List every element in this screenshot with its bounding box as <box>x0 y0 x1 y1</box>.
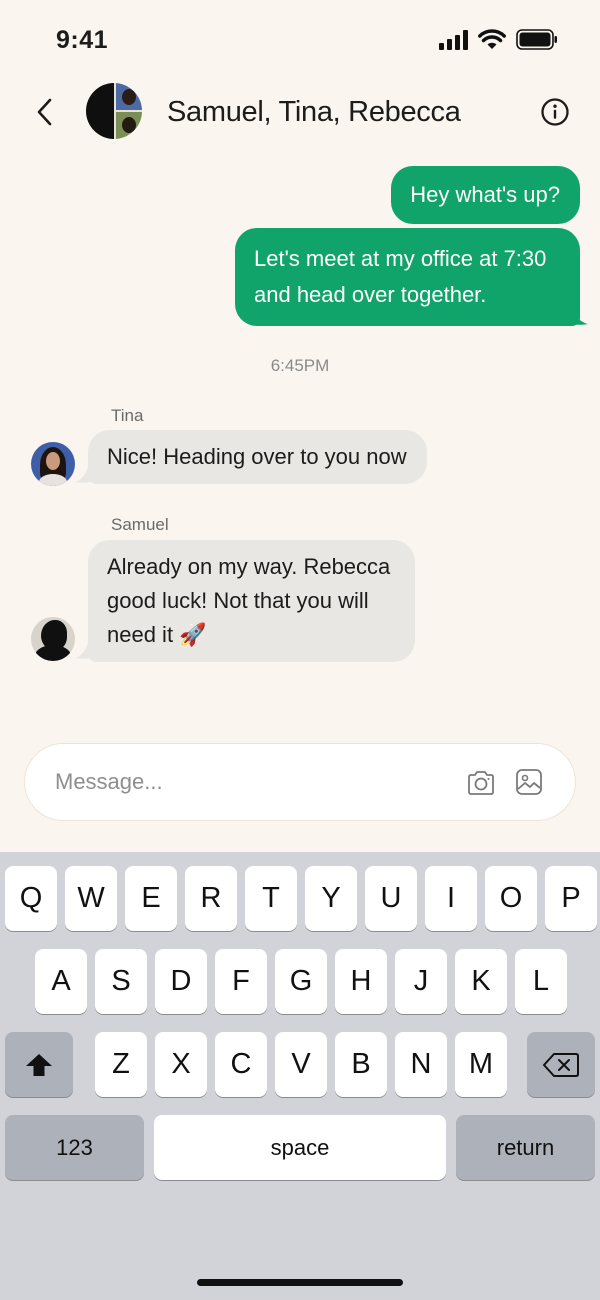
key-l[interactable]: L <box>515 949 567 1014</box>
key-q[interactable]: Q <box>5 866 57 931</box>
battery-icon <box>516 29 557 50</box>
key-e[interactable]: E <box>125 866 177 931</box>
keyboard: Q W E R T Y U I O P A S D F G H J K L Z … <box>0 852 600 1300</box>
key-j[interactable]: J <box>395 949 447 1014</box>
key-k[interactable]: K <box>455 949 507 1014</box>
chat-title[interactable]: Samuel, Tina, Rebecca <box>167 96 461 129</box>
info-icon[interactable] <box>540 97 570 127</box>
key-b[interactable]: B <box>335 1032 387 1097</box>
avatar-samuel[interactable] <box>31 617 75 661</box>
key-c[interactable]: C <box>215 1032 267 1097</box>
key-d[interactable]: D <box>155 949 207 1014</box>
return-key[interactable]: return <box>456 1115 595 1180</box>
key-s[interactable]: S <box>95 949 147 1014</box>
message-input[interactable] <box>55 744 455 820</box>
key-p[interactable]: P <box>545 866 597 931</box>
back-button[interactable] <box>28 94 60 130</box>
incoming-message[interactable]: Nice! Heading over to you now <box>88 430 427 484</box>
camera-icon[interactable] <box>466 769 496 797</box>
home-indicator[interactable] <box>197 1279 403 1286</box>
message-timestamp: 6:45PM <box>270 356 330 375</box>
space-key[interactable]: space <box>154 1115 446 1180</box>
key-y[interactable]: Y <box>305 866 357 931</box>
key-i[interactable]: I <box>425 866 477 931</box>
outgoing-message[interactable]: Hey what's up? <box>391 166 580 224</box>
key-v[interactable]: V <box>275 1032 327 1097</box>
image-gallery-icon[interactable] <box>515 768 543 796</box>
numbers-key[interactable]: 123 <box>5 1115 144 1180</box>
key-x[interactable]: X <box>155 1032 207 1097</box>
key-h[interactable]: H <box>335 949 387 1014</box>
chevron-left-icon <box>37 98 52 126</box>
sender-name: Tina <box>111 406 144 425</box>
key-o[interactable]: O <box>485 866 537 931</box>
group-avatar[interactable] <box>86 83 142 139</box>
key-w[interactable]: W <box>65 866 117 931</box>
key-r[interactable]: R <box>185 866 237 931</box>
shift-arrow-icon <box>26 1053 52 1076</box>
incoming-message[interactable]: Already on my way. Rebecca good luck! No… <box>88 540 415 662</box>
message-composer <box>24 743 576 821</box>
chat-header: Samuel, Tina, Rebecca <box>0 80 600 146</box>
key-m[interactable]: M <box>455 1032 507 1097</box>
bubble-tail <box>562 308 588 325</box>
key-f[interactable]: F <box>215 949 267 1014</box>
key-g[interactable]: G <box>275 949 327 1014</box>
key-a[interactable]: A <box>35 949 87 1014</box>
key-t[interactable]: T <box>245 866 297 931</box>
shift-key[interactable] <box>5 1032 73 1097</box>
key-z[interactable]: Z <box>95 1032 147 1097</box>
cellular-signal-icon <box>439 30 468 50</box>
avatar-tina[interactable] <box>31 442 75 486</box>
key-n[interactable]: N <box>395 1032 447 1097</box>
key-u[interactable]: U <box>365 866 417 931</box>
backspace-icon <box>543 1052 579 1077</box>
sender-name: Samuel <box>111 515 169 534</box>
status-time: 9:41 <box>56 26 109 54</box>
status-bar: 9:41 <box>0 0 600 80</box>
wifi-icon <box>478 29 506 49</box>
delete-key[interactable] <box>527 1032 595 1097</box>
outgoing-message[interactable]: Let's meet at my office at 7:30 and head… <box>235 228 580 326</box>
